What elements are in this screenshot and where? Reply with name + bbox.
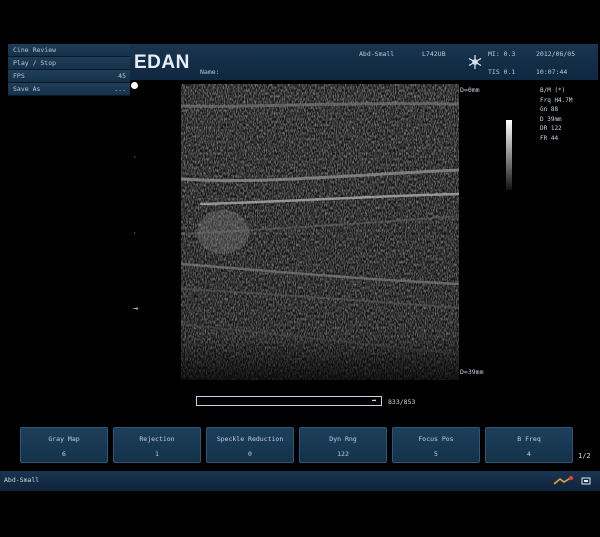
grayscale-bar: [506, 120, 512, 190]
softkey-speckle-reduction[interactable]: Speckle Reduction 0: [206, 427, 294, 463]
freeze-icon[interactable]: [467, 54, 483, 70]
depth-bottom-label: D=39mm: [460, 368, 484, 376]
menu-cine-review[interactable]: Cine Review: [8, 44, 130, 57]
menu-play-stop-label: Play / Stop: [13, 59, 57, 67]
menu-fps[interactable]: FPS 45: [8, 70, 130, 83]
softkey-rejection[interactable]: Rejection 1: [113, 427, 201, 463]
brand-logo: EDAN: [134, 52, 190, 73]
softkey-value: 1: [155, 450, 159, 458]
depth-top-label: D=0mm: [460, 86, 480, 94]
param-gain: Gn 88: [540, 106, 559, 113]
orientation-dot: [131, 82, 138, 89]
menu-save-as[interactable]: Save As ...: [8, 83, 130, 96]
softkey-value: 122: [337, 450, 349, 458]
softkey-dyn-rng[interactable]: Dyn Rng 122: [299, 427, 387, 463]
probe-model: L742UB: [422, 50, 446, 58]
time: 10:07:44: [536, 68, 568, 76]
softkey-label: Focus Pos: [418, 435, 454, 443]
softkey-label: Gray Map: [48, 435, 80, 443]
ultrasound-image: [181, 84, 459, 380]
cine-frame-counter: 833/853: [388, 398, 416, 406]
menu-fps-label: FPS: [13, 72, 25, 80]
softkey-value: 5: [434, 450, 438, 458]
exam-preset: Abd-Small: [359, 50, 395, 58]
cine-scrollbar[interactable]: ➡: [196, 396, 382, 406]
menu-save-as-value: ...: [114, 85, 126, 93]
softkey-focus-pos[interactable]: Focus Pos 5: [392, 427, 480, 463]
status-bar: [0, 471, 600, 491]
param-mode: B/M (*): [540, 87, 566, 94]
softkey-value: 4: [527, 450, 531, 458]
probe-icon: [553, 476, 573, 485]
param-dynamic-range: DR 122: [540, 125, 562, 132]
softkey-label: Rejection: [139, 435, 175, 443]
param-depth: D 39mm: [540, 115, 562, 123]
imaging-parameters: B/M (*) Frq H4.7M Gn 88 D 39mm DR 122 FR…: [540, 86, 573, 143]
softkey-label: Dyn Rng: [329, 435, 357, 443]
status-exam-preset: Abd-Small: [4, 476, 40, 484]
cine-menu: Cine Review Play / Stop FPS 45 Save As .…: [8, 44, 130, 96]
menu-save-as-label: Save As: [13, 85, 41, 93]
menu-play-stop[interactable]: Play / Stop: [8, 57, 130, 70]
usb-icon: [581, 477, 591, 485]
tis-value: TIS 0.1: [488, 68, 516, 76]
softkey-label: Speckle Reduction: [216, 435, 284, 443]
depth-tick: ·: [133, 154, 137, 161]
depth-tick: ·: [133, 230, 137, 237]
softkey-label: B Freq: [517, 435, 541, 443]
mi-value: MI: 0.3: [488, 50, 516, 58]
menu-cine-review-label: Cine Review: [13, 46, 57, 54]
date: 2012/06/05: [536, 50, 576, 58]
param-frequency: Frq H4.7M: [540, 96, 573, 104]
softkey-value: 6: [62, 450, 66, 458]
param-frame-rate: FR 44: [540, 134, 559, 142]
softkey-value: 0: [248, 450, 252, 458]
softkey-b-freq[interactable]: B Freq 4: [485, 427, 573, 463]
cine-position-arrow-icon[interactable]: ➡: [368, 397, 380, 405]
menu-fps-value: 45: [118, 72, 126, 80]
softkey-page-indicator[interactable]: 1/2: [578, 452, 591, 460]
softkey-gray-map[interactable]: Gray Map 6: [20, 427, 108, 463]
patient-name-label: Name:: [200, 68, 220, 76]
focus-marker-icon: →: [133, 304, 139, 314]
